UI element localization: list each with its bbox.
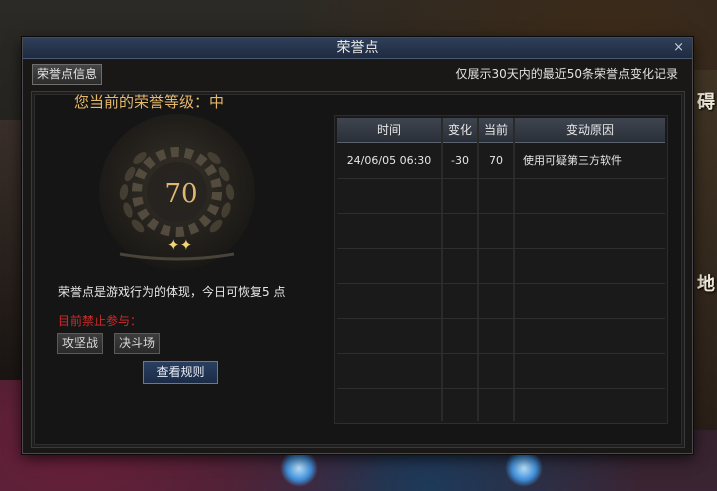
honor-value: 70 (164, 179, 198, 209)
cell-time: 24/06/05 06:30 (346, 154, 432, 167)
cell-current: 70 (489, 154, 503, 167)
tab-honor-info[interactable]: 荣誉点信息 (32, 64, 103, 85)
table-row (337, 319, 665, 354)
window-title: 荣誉点 (336, 40, 379, 56)
background-scenery-left (0, 120, 24, 380)
view-rules-button[interactable]: 查看规则 (143, 361, 218, 384)
header-reason: 变动原因 (565, 123, 614, 137)
honor-level-text: 您当前的荣誉等级：中 (74, 93, 225, 111)
header-change: 变化 (447, 123, 472, 137)
table-row (337, 354, 665, 389)
cell-change: -30 (451, 154, 469, 167)
header-time: 时间 (376, 123, 401, 137)
background-scenery-right (691, 70, 717, 430)
sparkle-icon: ✦✦ (167, 236, 193, 254)
background-orb (505, 449, 543, 487)
table-row (337, 389, 665, 424)
table-row (337, 179, 665, 214)
honor-history-table: 时间 变化 当前 变动原因 24/06/05 06:30 -30 70 使用可疑… (334, 115, 668, 424)
background-orb (280, 449, 318, 487)
forbidden-item-arena: 决斗场 (114, 333, 161, 354)
honor-description: 荣誉点是游戏行为的体现，今日可恢复5 点 (58, 285, 286, 299)
close-icon[interactable]: × (673, 39, 684, 57)
cell-reason: 使用可疑第三方软件 (523, 154, 622, 167)
record-notice: 仅展示30天内的最近50条荣誉点变化记录 (455, 67, 678, 81)
table-row: 24/06/05 06:30 -30 70 使用可疑第三方软件 (337, 144, 665, 179)
forbidden-label: 目前禁止参与： (58, 314, 143, 328)
header-current: 当前 (483, 123, 508, 137)
background-text: 碍 (697, 92, 715, 113)
background-text: 地 (697, 274, 715, 295)
table-row (337, 214, 665, 249)
table-header: 时间 变化 当前 变动原因 (337, 118, 665, 143)
title-bar[interactable]: 荣誉点 × (23, 38, 692, 59)
table-row (337, 284, 665, 319)
forbidden-item-siege: 攻坚战 (57, 333, 104, 354)
table-row (337, 249, 665, 284)
